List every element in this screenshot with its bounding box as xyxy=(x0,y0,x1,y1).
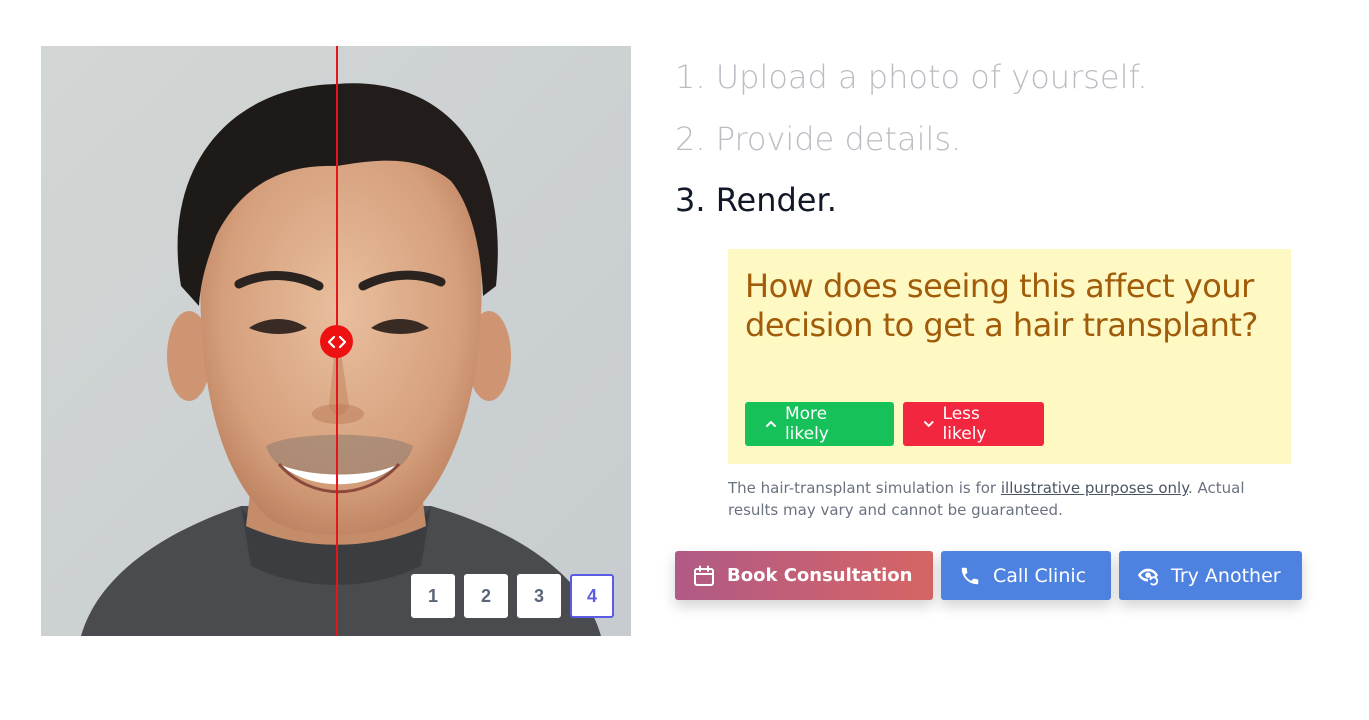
step-upload: 1. Upload a photo of yourself. xyxy=(675,58,1148,96)
step-render: 3. Render. xyxy=(675,181,837,219)
phone-icon xyxy=(961,567,979,584)
thumbnail-2-button[interactable]: 2 xyxy=(464,574,508,618)
feedback-question-box: How does seeing this affect your decisio… xyxy=(728,249,1291,464)
before-after-comparison[interactable]: 1 2 3 4 xyxy=(41,46,631,636)
illustrative-purposes-link[interactable]: illustrative purposes only xyxy=(1001,479,1188,497)
step-details: 2. Provide details. xyxy=(675,120,962,158)
book-consultation-label: Book Consultation xyxy=(727,565,913,586)
book-consultation-button[interactable]: Book Consultation xyxy=(675,551,933,600)
less-likely-label: Less likely xyxy=(942,404,987,444)
eye-refresh-icon xyxy=(1137,568,1159,586)
thumbnail-selector: 1 2 3 4 xyxy=(411,574,614,618)
chevron-down-icon xyxy=(923,421,934,427)
calendar-icon xyxy=(694,565,714,586)
chevron-up-icon xyxy=(765,421,776,427)
try-another-button[interactable]: Try Another xyxy=(1119,551,1302,600)
thumbnail-3-button[interactable]: 3 xyxy=(517,574,561,618)
call-clinic-button[interactable]: Call Clinic xyxy=(941,551,1111,600)
disclaimer-text: The hair-transplant simulation is for il… xyxy=(728,478,1288,521)
more-likely-button[interactable]: More likely xyxy=(745,402,894,446)
action-buttons: Book Consultation Call Clinic Try Anothe… xyxy=(675,551,1302,600)
feedback-question: How does seeing this affect your decisio… xyxy=(745,267,1258,344)
thumbnail-1-button[interactable]: 1 xyxy=(411,574,455,618)
more-likely-label: More likely xyxy=(784,404,829,444)
try-another-label: Try Another xyxy=(1171,564,1281,587)
less-likely-button[interactable]: Less likely xyxy=(903,402,1044,446)
code-arrows-icon xyxy=(327,335,346,348)
feedback-buttons: More likely Less likely xyxy=(745,402,1044,446)
call-clinic-label: Call Clinic xyxy=(993,564,1087,587)
disclaimer-before: The hair-transplant simulation is for xyxy=(728,479,1001,497)
thumbnail-4-button[interactable]: 4 xyxy=(570,574,614,618)
comparison-handle[interactable] xyxy=(320,325,353,358)
